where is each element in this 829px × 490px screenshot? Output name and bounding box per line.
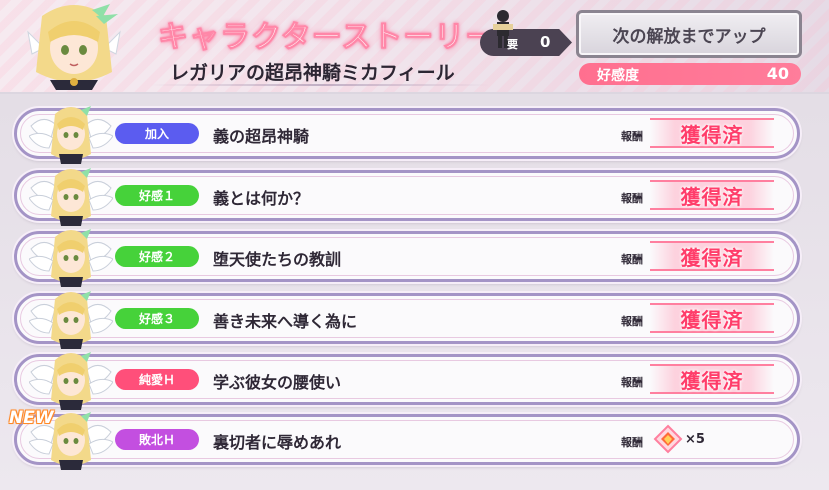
story-row[interactable]: 好感３ 善き未来へ導く為に 報酬 獲得済	[14, 291, 800, 349]
character-thumbnail	[29, 106, 113, 164]
chapter-badge: 好感３	[115, 308, 199, 329]
affection-label: 好感度	[597, 68, 639, 84]
chapter-badge: 敗北Ｈ	[115, 429, 199, 450]
reward-claimed-stamp: 獲得済	[650, 364, 774, 394]
new-tag: NEW	[9, 408, 54, 428]
reward-label: 報酬	[621, 192, 643, 205]
reward-claimed-stamp: 獲得済	[650, 180, 774, 210]
reward-item: ×5	[653, 423, 705, 455]
reward-quantity: ×5	[685, 431, 705, 447]
header: キャラクターストーリー レガリアの超昂神騎ミカフィール 要 0 次の解放までアッ…	[0, 0, 829, 92]
affection-value: 40	[766, 64, 789, 83]
story-row[interactable]: 加入 義の超昂神騎 報酬 獲得済	[14, 106, 800, 164]
chapter-badge: 好感２	[115, 246, 199, 267]
reward-label: 報酬	[621, 376, 643, 389]
story-row[interactable]: 好感２ 堕天使たちの教訓 報酬 獲得済	[14, 229, 800, 287]
unlock-next-button[interactable]: 次の解放までアップ	[576, 10, 802, 58]
chapter-title: 堕天使たちの教訓	[213, 250, 342, 269]
character-thumbnail	[29, 291, 113, 349]
reward-claimed-stamp: 獲得済	[650, 118, 774, 148]
chapter-badge: 純愛Ｈ	[115, 369, 199, 390]
affection-bar: 好感度 40	[579, 63, 801, 85]
title-divider	[150, 84, 490, 86]
story-row[interactable]: 好感１ 義とは何か？ 報酬 獲得済	[14, 168, 800, 226]
chapter-title: 学ぶ彼女の腰使い	[213, 373, 342, 392]
crystal-gem-icon	[653, 424, 683, 454]
character-thumbnail	[29, 352, 113, 410]
reward-label: 報酬	[621, 315, 643, 328]
character-name: レガリアの超昂神騎ミカフィール	[170, 62, 455, 84]
character-portrait	[27, 4, 121, 90]
chapter-title: 裏切者に辱めあれ	[213, 433, 342, 452]
chapter-title: 義の超昂神騎	[213, 127, 310, 146]
character-thumbnail	[29, 168, 113, 226]
reward-label: 報酬	[621, 130, 643, 143]
chapter-title: 義とは何か？	[213, 189, 310, 208]
requirement-label: 要	[507, 38, 518, 51]
chapter-badge: 好感１	[115, 185, 199, 206]
reward-label: 報酬	[621, 436, 643, 449]
story-row[interactable]: 純愛Ｈ 学ぶ彼女の腰使い 報酬 獲得済	[14, 352, 800, 410]
story-row[interactable]: 敗北Ｈ 裏切者に辱めあれ 報酬 ×5	[14, 412, 800, 470]
requirement-value: 0	[540, 33, 551, 51]
character-thumbnail	[29, 229, 113, 287]
reward-claimed-stamp: 獲得済	[650, 303, 774, 333]
chapter-title: 善き未来へ導く為に	[213, 312, 358, 331]
chapter-badge: 加入	[115, 123, 199, 144]
section-title: キャラクターストーリー	[157, 20, 497, 56]
reward-label: 報酬	[621, 253, 643, 266]
reward-claimed-stamp: 獲得済	[650, 241, 774, 271]
